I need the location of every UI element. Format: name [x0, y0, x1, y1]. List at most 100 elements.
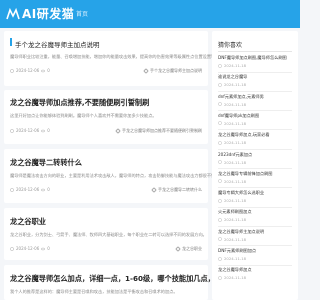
sidebar-item-meta: 2024-11-18	[218, 217, 296, 222]
sidebar-item-meta: 2024-11-18	[218, 82, 296, 87]
sidebar-item-date: 2024-11-18	[224, 198, 247, 204]
sidebar-item[interactable]: 魔导专辑大师怎么选职业 2024-11-18	[218, 190, 296, 203]
post-tag[interactable]: 手龙之谷魔导师加点推荐不要随便刷引誓制刷	[115, 128, 202, 134]
post-title[interactable]: 龙之谷魔导二转转什么	[10, 158, 82, 168]
clock-icon	[218, 140, 222, 145]
post-views: 0	[47, 68, 50, 73]
sidebar-item-date: 2024-11-18	[224, 236, 247, 242]
divider	[218, 168, 292, 169]
sidebar-item-title[interactable]: DNF魔导师加点刷图,魔导师怎么刷图	[218, 55, 296, 61]
divider	[218, 51, 292, 52]
post-title[interactable]: 龙之谷魔导师加点推荐,不要随便刷引誓制刷	[10, 98, 149, 108]
sidebar-item-date: 2024-11-18	[224, 120, 247, 126]
clock-icon	[10, 128, 14, 133]
nav-home-link[interactable]: 首页	[76, 9, 88, 18]
post-excerpt: 魔导师职业比较注重，能量、召唤增加技能，增加你的能量攻击效果，提高你的伤害效果等…	[10, 54, 228, 59]
sidebar-item[interactable]: 龙之谷魔导专辑前锋加点刷图 2024-11-18	[218, 171, 296, 184]
sidebar-item-meta: 2024-11-18	[218, 63, 296, 68]
sidebar-item-meta: 2024-11-18	[218, 121, 296, 126]
sidebar-heading: 猜你喜欢	[218, 42, 243, 49]
post-tag-label: 手龙之谷魔导二转转什么	[158, 187, 202, 192]
post-excerpt: 魔导师是魔法攻击方向的职业，主要是利用法术攻击敌人，魔导师的特点，攻击防御技能与…	[10, 173, 232, 178]
clock-icon	[218, 218, 222, 222]
sidebar-item[interactable]: 龙之谷魔导师主加点说明 2024-11-18	[218, 229, 296, 242]
divider	[218, 110, 292, 111]
sidebar-item[interactable]: DNF魔导师加点刷图,魔导师怎么刷图 2024-11-18	[218, 55, 296, 68]
divider	[218, 90, 292, 92]
divider	[218, 206, 292, 208]
logo-text: AI研发猫	[22, 7, 75, 21]
sidebar-item-date: 2024-11-18	[224, 256, 247, 261]
sidebar-item-meta: 2024-11-18	[218, 140, 296, 145]
clock-icon	[10, 187, 14, 192]
post-date: 2024-12-06	[16, 187, 40, 192]
sidebar-item[interactable]: DNF元素师刷图加点 2024-11-18	[218, 248, 296, 261]
sidebar-item-meta: 2024-11-18	[218, 256, 296, 261]
sidebar-item[interactable]: dnf元素师加点,元素师男 2024-11-18	[218, 94, 296, 107]
post-date: 2024-12-06	[16, 128, 40, 133]
clock-icon	[10, 246, 14, 251]
sidebar-item-date: 2024-11-18	[224, 82, 247, 88]
sidebar-item[interactable]: dnf魔导师pk加点刷图 2024-11-18	[218, 113, 296, 126]
divider	[218, 245, 292, 246]
sidebar-item-title[interactable]: 2023dnf元素加点	[218, 152, 296, 158]
post-excerpt: 我个人的推荐是这样的：魔导师主要是召唤和攻击，技能加法是平衡攻击和召唤术的加点。	[10, 289, 178, 294]
site-logo[interactable]: AI研发猫	[6, 5, 74, 22]
divider	[218, 148, 292, 150]
eye-icon	[41, 129, 46, 132]
sidebar-recommend: 猜你喜欢 DNF魔导师加点刷图,魔导师怎么刷图 2024-11-18 谁说龙之谷魔导…	[212, 31, 298, 300]
post-meta: 2024-12-06 0	[10, 187, 50, 192]
post-meta: 2024-12-06 0	[10, 246, 50, 251]
cat-logo-icon	[6, 7, 20, 19]
sidebar-item-title[interactable]: 龙之谷魔导师主加点说明	[218, 229, 296, 235]
clock-icon	[218, 63, 222, 68]
sidebar-item-title[interactable]: 火元素师刷图加点	[218, 209, 296, 215]
sidebar-item[interactable]: 2023dnf元素加点 2024-11-18	[218, 152, 296, 165]
post-card: 龙之谷魔导师加点推荐,不要随便刷引誓制刷 这里开好加点让你能够体验到刷刷。魔导师…	[4, 90, 208, 144]
sidebar-item[interactable]: 龙之谷魔导师加点,玩家必看 2024-11-18	[218, 132, 296, 145]
clock-icon	[218, 198, 222, 203]
sidebar-item-date: 2024-11-18	[224, 63, 247, 68]
post-tag[interactable]: 龙之谷职业	[175, 246, 202, 252]
sidebar-item-date: 2024-11-18	[224, 140, 247, 146]
clock-icon	[218, 82, 222, 87]
sidebar-item-title[interactable]: dnf魔导师pk加点刷图	[218, 113, 296, 119]
tag-icon	[151, 187, 157, 193]
clock-icon	[218, 160, 222, 164]
sidebar-item[interactable]: 龙之谷魔导师加点 2024-11-18	[218, 267, 296, 280]
divider	[218, 187, 292, 188]
divider	[218, 225, 292, 227]
sidebar-item-title[interactable]: DNF元素师刷图加点	[218, 248, 296, 254]
tag-icon	[115, 128, 121, 134]
post-tag[interactable]: 手个龙之谷魔导师主加点说明	[143, 68, 202, 74]
post-title[interactable]: 龙之谷职业	[10, 217, 46, 227]
sidebar-item-date: 2024-11-18	[224, 101, 247, 107]
post-excerpt: 这里开好加点让你能够体验到刷刷。魔导师个人喜欢并不需要你加多少技能点。	[10, 113, 157, 118]
sidebar-item-title[interactable]: 龙之谷魔导师加点,玩家必看	[218, 132, 296, 138]
divider	[218, 71, 292, 72]
sidebar-item-title[interactable]: 谁说龙之谷魔导	[218, 74, 296, 80]
sidebar-item[interactable]: 谁说龙之谷魔导 2024-11-18	[218, 74, 296, 87]
sidebar-item-date: 2024-11-18	[224, 275, 247, 281]
post-tag[interactable]: 手龙之谷魔导二转转什么	[151, 187, 202, 193]
post-title[interactable]: 手个龙之谷魔导师主加点说明	[15, 39, 100, 49]
sidebar-item-title[interactable]: dnf元素师加点,元素师男	[218, 94, 296, 100]
post-date: 2024-12-06	[16, 246, 40, 251]
post-tag-label: 手龙之谷魔导师加点推荐不要随便刷引誓制刷	[122, 128, 202, 133]
post-tag-label: 龙之谷职业	[182, 246, 202, 251]
clock-icon	[218, 256, 222, 261]
divider	[218, 129, 292, 130]
eye-icon	[41, 69, 46, 72]
sidebar-item-date: 2024-11-18	[224, 178, 247, 184]
post-tag-label: 手个龙之谷魔导师主加点说明	[150, 68, 202, 73]
sidebar-item-title[interactable]: 龙之谷魔导师加点	[218, 267, 296, 273]
title-accent-bar	[10, 38, 12, 46]
sidebar-item-title[interactable]: 魔导专辑大师怎么选职业	[218, 190, 296, 196]
tag-icon	[175, 246, 181, 252]
sidebar-item-title[interactable]: 龙之谷魔导专辑前锋加点刷图	[218, 171, 296, 177]
post-card: 手个龙之谷魔导师主加点说明 魔导师职业比较注重，能量、召唤增加技能，增加你的能量…	[4, 31, 228, 86]
eye-icon	[41, 247, 46, 250]
sidebar-item-meta: 2024-11-18	[218, 275, 296, 280]
post-excerpt: 龙之谷职业，分为剑士、弓箭手、魔法师、牧师四大基础职业，每个职业在二转可以选择不…	[10, 232, 207, 237]
sidebar-item[interactable]: 火元素师刷图加点 2024-11-18	[218, 209, 296, 222]
